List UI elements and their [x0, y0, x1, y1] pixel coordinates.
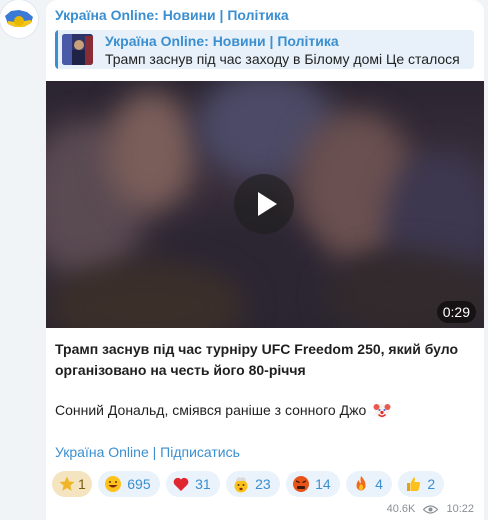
reaction-grin[interactable]: 695 [98, 471, 160, 497]
video-player[interactable]: 0:29 [46, 81, 484, 328]
reaction-star[interactable]: 1 [52, 471, 92, 497]
reaction-count: 4 [375, 476, 383, 492]
reaction-count: 2 [427, 476, 436, 492]
reaction-angry[interactable]: 14 [286, 471, 340, 497]
reaction-count: 1 [78, 476, 86, 492]
reply-thumbnail [62, 34, 93, 65]
channel-avatar[interactable] [0, 0, 38, 38]
reaction-count: 14 [315, 476, 331, 492]
reply-text: Трамп заснув під час заходу в Білому дом… [105, 51, 460, 67]
message-subtext-label: Сонний Дональд, сміявся раніше з сонного… [55, 402, 367, 418]
reaction-fire[interactable]: 4 [346, 471, 392, 497]
channel-name[interactable]: Україна Online: Новини | Політика [55, 7, 289, 23]
reaction-mind-blown[interactable]: 23 [226, 471, 280, 497]
heart-icon [173, 477, 189, 491]
grin-face-icon [105, 476, 122, 492]
angry-face-icon [293, 476, 310, 492]
message-subtext: Сонний Дональд, сміявся раніше з сонного… [55, 401, 391, 419]
thumbs-up-icon [407, 477, 421, 491]
reply-preview[interactable]: Україна Online: Новини | Політика Трамп … [55, 30, 474, 69]
eye-icon [423, 504, 439, 514]
message-caption: Трамп заснув під час турніру UFC Freedom… [55, 341, 459, 378]
reaction-count: 23 [255, 476, 271, 492]
reactions-bar: 1 695 31 23 14 4 2 [52, 471, 446, 498]
message-bubble: Україна Online: Новини | Політика Україн… [46, 0, 484, 520]
reaction-heart[interactable]: 31 [166, 471, 220, 497]
reply-accent-bar [55, 30, 58, 69]
message-meta: 40.6K 10:22 [387, 503, 474, 515]
reaction-count: 695 [127, 476, 151, 492]
ukraine-map-icon [0, 0, 38, 38]
fire-icon [356, 476, 366, 491]
reply-title: Україна Online: Новини | Політика [105, 33, 339, 49]
reaction-thumbs-up[interactable]: 2 [398, 471, 445, 497]
view-count: 40.6K [386, 503, 416, 516]
clown-face-icon [373, 404, 391, 418]
video-duration: 0:29 [436, 301, 476, 323]
star-icon [59, 476, 75, 491]
mind-blown-icon [234, 477, 248, 493]
message-time: 10:22 [446, 503, 474, 516]
play-icon [258, 192, 277, 216]
play-button[interactable] [234, 174, 294, 234]
reaction-count: 31 [195, 476, 211, 492]
subscribe-link[interactable]: Україна Online | Підписатись [55, 444, 240, 460]
